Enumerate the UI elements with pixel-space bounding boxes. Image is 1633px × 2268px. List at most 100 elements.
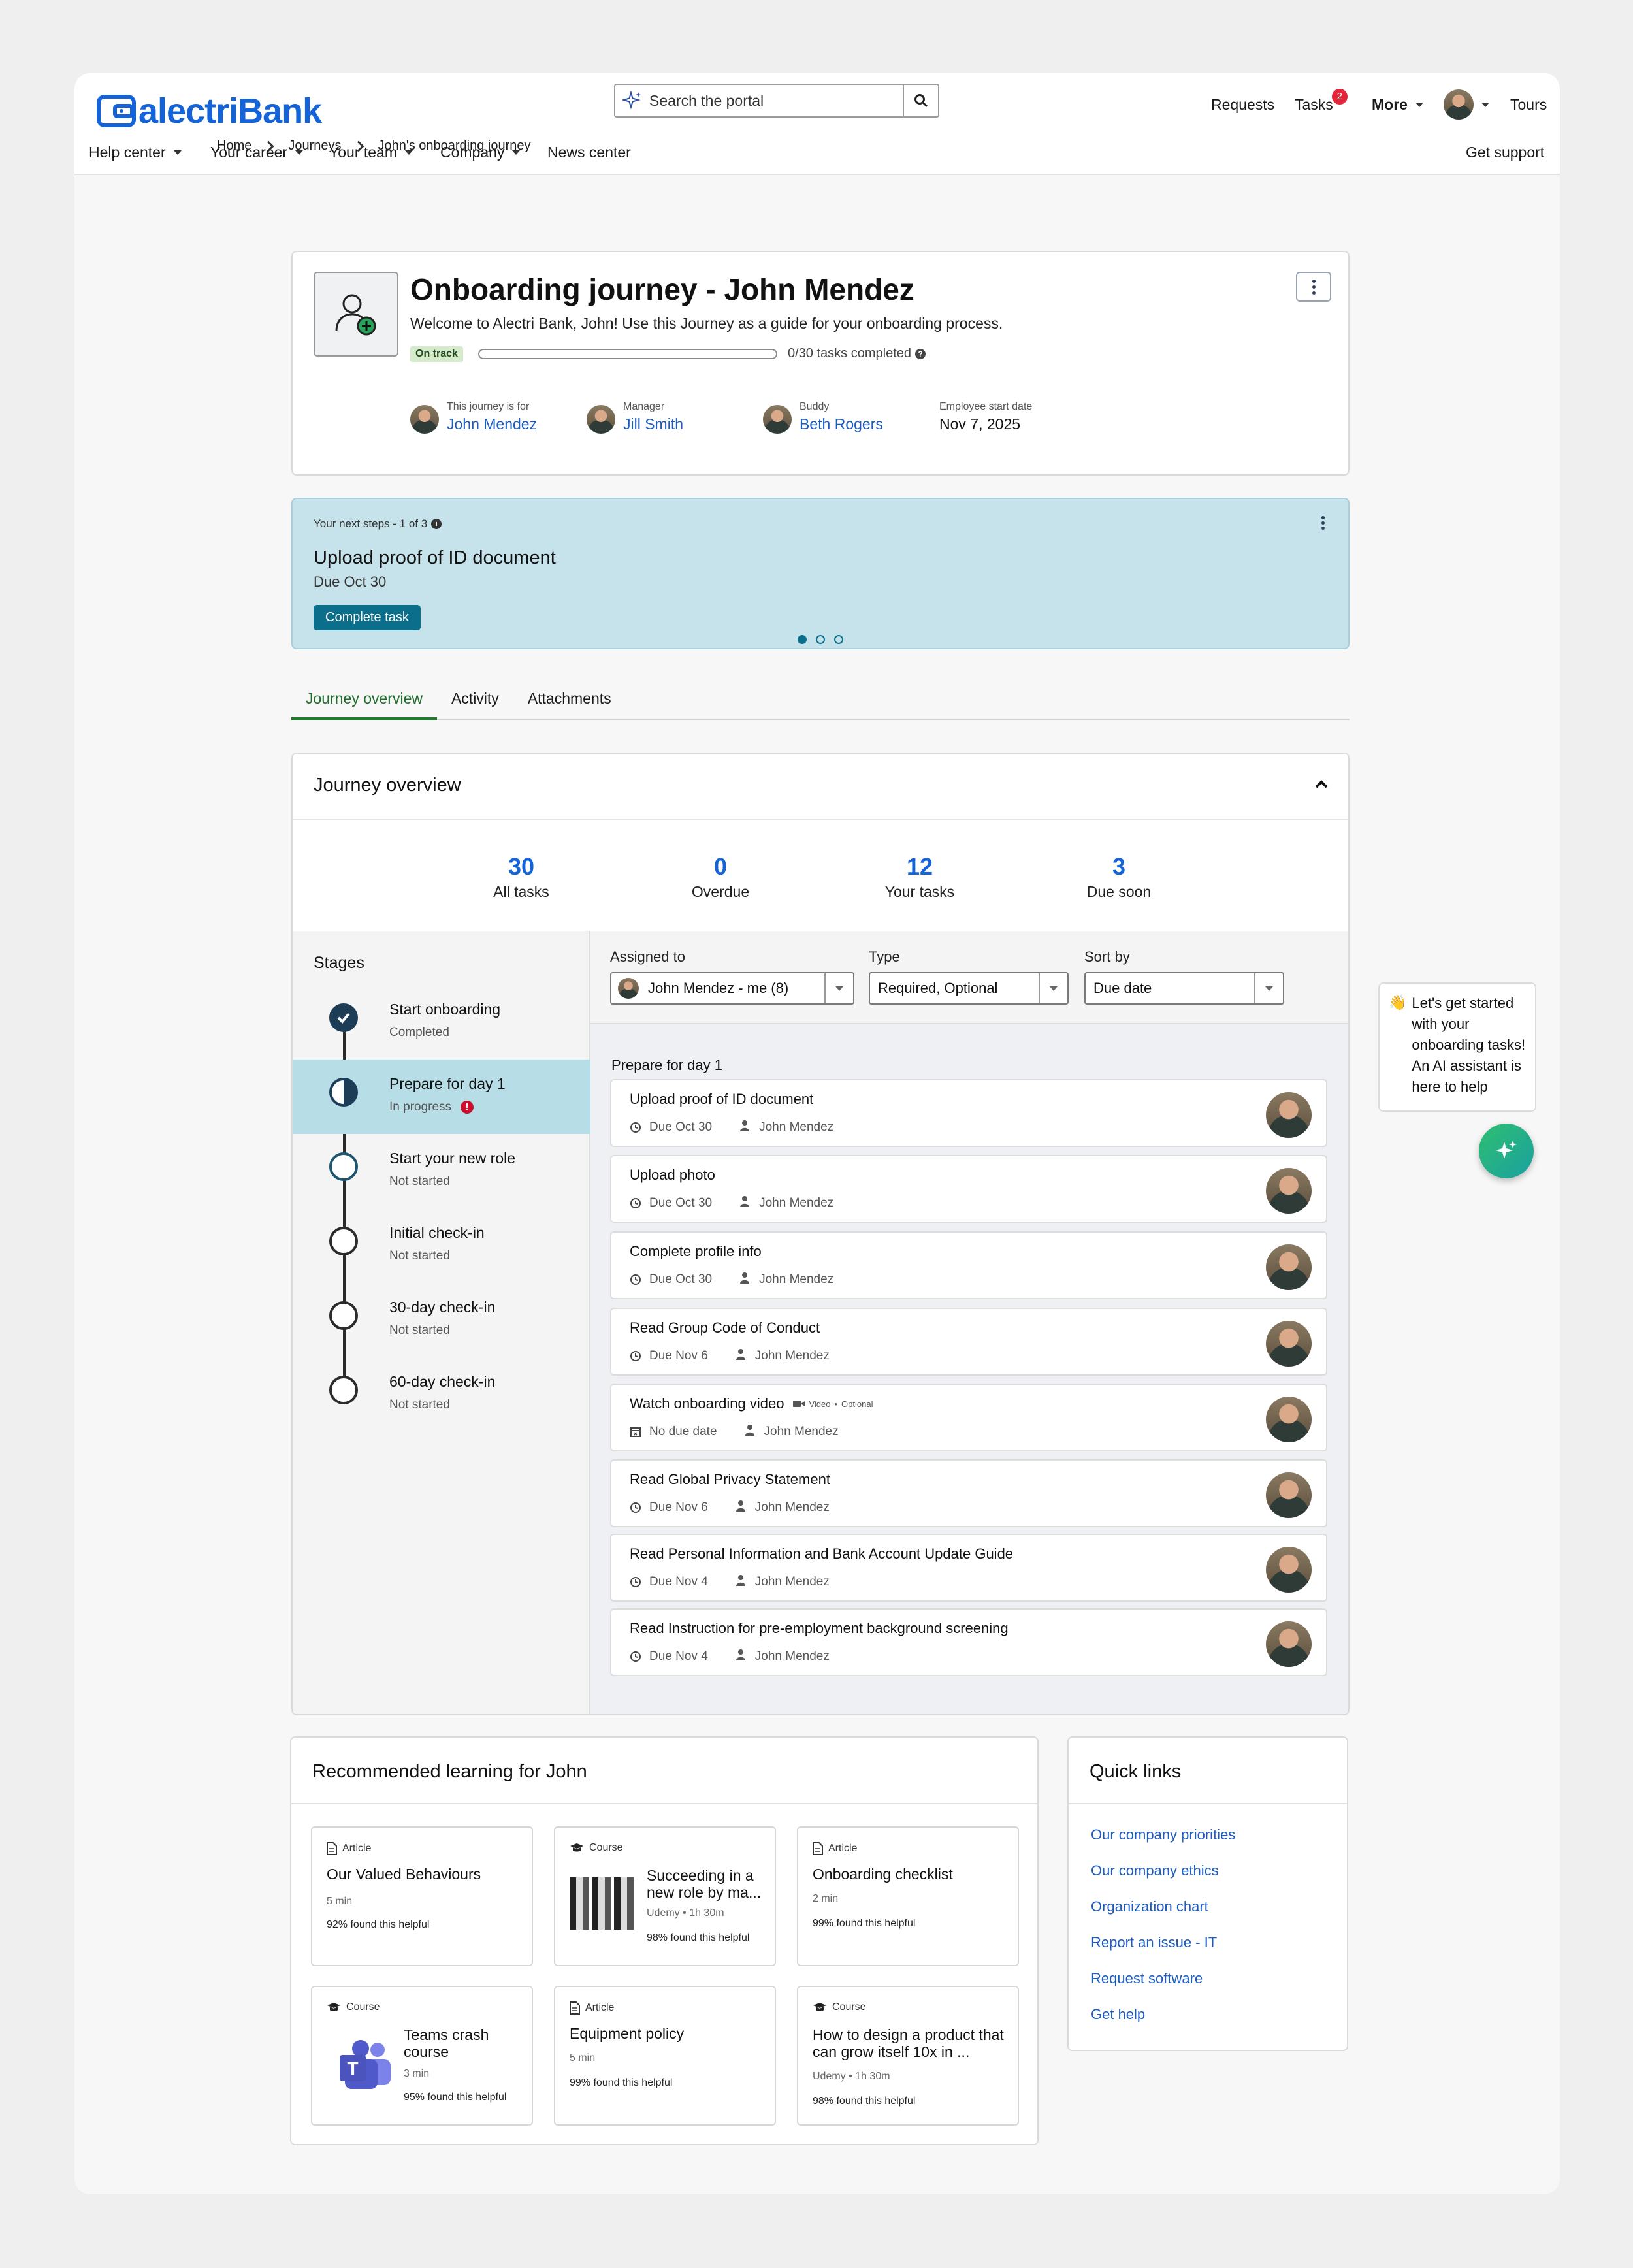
learning-title: Recommended learning for John (312, 1761, 587, 1782)
stage-status: Not started (389, 1398, 450, 1412)
task-title: Read Instruction for pre-employment back… (630, 1620, 1009, 1636)
clock-icon (630, 1274, 641, 1286)
stage-start-onboarding[interactable]: Start onboarding Completed (293, 985, 590, 1060)
learning-card-helpful: 95% found this helpful (404, 2092, 507, 2103)
get-support-link[interactable]: Get support (1466, 144, 1544, 161)
person-link[interactable]: Jill Smith (623, 415, 683, 433)
stat-all-tasks-value[interactable]: 30 (456, 853, 587, 881)
stage-start-new-role[interactable]: Start your new role Not started (293, 1134, 590, 1208)
assistant-bubble[interactable]: 👋 Let's get started with your onboarding… (1378, 982, 1536, 1112)
tab-activity[interactable]: Activity (437, 683, 513, 720)
learning-card-title: How to design a product that can grow it… (813, 2026, 1004, 2060)
stage-initial-check-in[interactable]: Initial check-in Not started (293, 1208, 590, 1283)
chevron-up-icon (1315, 780, 1328, 788)
task-card[interactable]: Read Personal Information and Bank Accou… (610, 1534, 1327, 1602)
task-card[interactable]: Read Instruction for pre-employment back… (610, 1608, 1327, 1676)
complete-task-button[interactable]: Complete task (314, 605, 421, 630)
search-input[interactable]: Search the portal (649, 92, 903, 110)
wave-emoji: 👋 (1389, 995, 1407, 1011)
next-steps-menu[interactable] (1321, 516, 1325, 530)
quick-link[interactable]: Request software (1091, 1970, 1203, 1987)
learning-type-label: Course (589, 1842, 623, 1853)
person-icon (736, 1649, 746, 1664)
sparkle-icon (621, 91, 644, 110)
carousel-dot[interactable] (798, 635, 807, 644)
quick-link[interactable]: Get help (1091, 2006, 1145, 2023)
quick-link[interactable]: Report an issue - IT (1091, 1934, 1217, 1951)
type-select[interactable]: Required, Optional (869, 972, 1069, 1005)
stat-overdue-value[interactable]: 0 (655, 853, 786, 881)
nav-tasks[interactable]: Tasks 2 (1295, 89, 1348, 118)
stage-60-day-check-in[interactable]: 60-day check-in Not started (293, 1357, 590, 1432)
task-card[interactable]: Watch onboarding video Video • Optional … (610, 1384, 1327, 1451)
task-card[interactable]: Read Global Privacy Statement Due Nov 6 … (610, 1459, 1327, 1527)
article-icon (813, 1842, 823, 1855)
task-card[interactable]: Complete profile info Due Oct 30 John Me… (610, 1231, 1327, 1299)
learning-card[interactable]: Article Onboarding checklist 2 min 99% f… (797, 1826, 1019, 1966)
stat-due-soon-value[interactable]: 3 (1054, 853, 1184, 881)
chevron-down-icon (1039, 973, 1067, 1003)
person-link[interactable]: Beth Rogers (800, 415, 883, 433)
journey-progress-bar (478, 349, 777, 359)
chevron-down-icon (1254, 973, 1283, 1003)
more-options-button[interactable] (1296, 272, 1331, 302)
person-link[interactable]: John Mendez (447, 415, 537, 433)
learning-card[interactable]: Course T Teams crash course 3 min 95% fo… (311, 1986, 533, 2126)
quick-link[interactable]: Our company priorities (1091, 1826, 1235, 1843)
task-assignee: John Mendez (759, 1120, 834, 1134)
subnav-help-center[interactable]: Help center (89, 144, 182, 161)
quick-links-title: Quick links (1090, 1761, 1182, 1782)
learning-card-meta: 3 min (404, 2068, 430, 2079)
learning-type: Course (327, 2001, 380, 2013)
search-button[interactable] (903, 85, 938, 116)
kebab-icon-dot (1321, 526, 1325, 530)
collapse-button[interactable] (1313, 776, 1330, 793)
nav-tours[interactable]: Tours (1510, 91, 1547, 118)
avatar (618, 978, 639, 999)
stage-name: Prepare for day 1 (389, 1075, 506, 1092)
assistant-message: 👋 Let's get started with your onboarding… (1389, 993, 1527, 1097)
help-icon[interactable]: ? (915, 348, 926, 359)
stage-status-row: In progress ! (389, 1100, 474, 1114)
avatar (410, 405, 439, 434)
brand-logo[interactable]: alectriBank (97, 91, 322, 131)
nav-more[interactable]: More (1372, 91, 1423, 118)
quick-link[interactable]: Our company ethics (1091, 1862, 1219, 1879)
task-card[interactable]: Upload proof of ID document Due Oct 30 J… (610, 1079, 1327, 1147)
next-steps-header: Your next steps - 1 of 3 i (314, 517, 442, 530)
assigned-to-select[interactable]: John Mendez - me (8) (610, 972, 854, 1005)
tab-journey-overview[interactable]: Journey overview (291, 683, 437, 720)
task-card[interactable]: Read Group Code of Conduct Due Nov 6 Joh… (610, 1308, 1327, 1376)
task-assignee: John Mendez (764, 1425, 839, 1438)
info-icon[interactable]: i (431, 519, 442, 529)
breadcrumb-home[interactable]: Home (217, 138, 251, 154)
user-menu[interactable] (1444, 85, 1489, 124)
carousel-dot[interactable] (816, 635, 825, 644)
stat-your-tasks-value[interactable]: 12 (854, 853, 985, 881)
stage-30-day-check-in[interactable]: 30-day check-in Not started (293, 1283, 590, 1357)
ai-assistant-button[interactable] (1479, 1124, 1534, 1178)
learning-card[interactable]: Course How to design a product that can … (797, 1986, 1019, 2126)
learning-type-label: Course (346, 2001, 380, 2013)
stat-all-tasks-label: All tasks (493, 883, 549, 900)
nav-requests[interactable]: Requests (1211, 91, 1274, 118)
task-card[interactable]: Upload photo Due Oct 30 John Mendez (610, 1155, 1327, 1223)
learning-card[interactable]: Article Equipment policy 5 min 99% found… (554, 1986, 776, 2126)
next-step-due: Due Oct 30 (314, 574, 387, 590)
task-due: Due Nov 4 (649, 1575, 708, 1589)
stage-name: Start onboarding (389, 1001, 501, 1018)
person-icon (745, 1424, 755, 1440)
clock-icon (630, 1350, 641, 1362)
learning-card-meta: 5 min (327, 1896, 353, 1907)
learning-card[interactable]: Article Our Valued Behaviours 5 min 92% … (311, 1826, 533, 1966)
learning-card[interactable]: Course Succeeding in a new role by ma...… (554, 1826, 776, 1966)
carousel-dot[interactable] (834, 635, 843, 644)
stage-prepare-day-1[interactable]: Prepare for day 1 In progress ! (293, 1060, 590, 1134)
breadcrumb-journeys[interactable]: Journeys (288, 138, 341, 154)
task-title: Read Personal Information and Bank Accou… (630, 1546, 1014, 1562)
search-box[interactable]: Search the portal (614, 84, 939, 118)
tab-attachments[interactable]: Attachments (513, 683, 626, 720)
subnav-news-center[interactable]: News center (547, 144, 631, 161)
quick-link[interactable]: Organization chart (1091, 1898, 1208, 1915)
sort-select[interactable]: Due date (1084, 972, 1284, 1005)
